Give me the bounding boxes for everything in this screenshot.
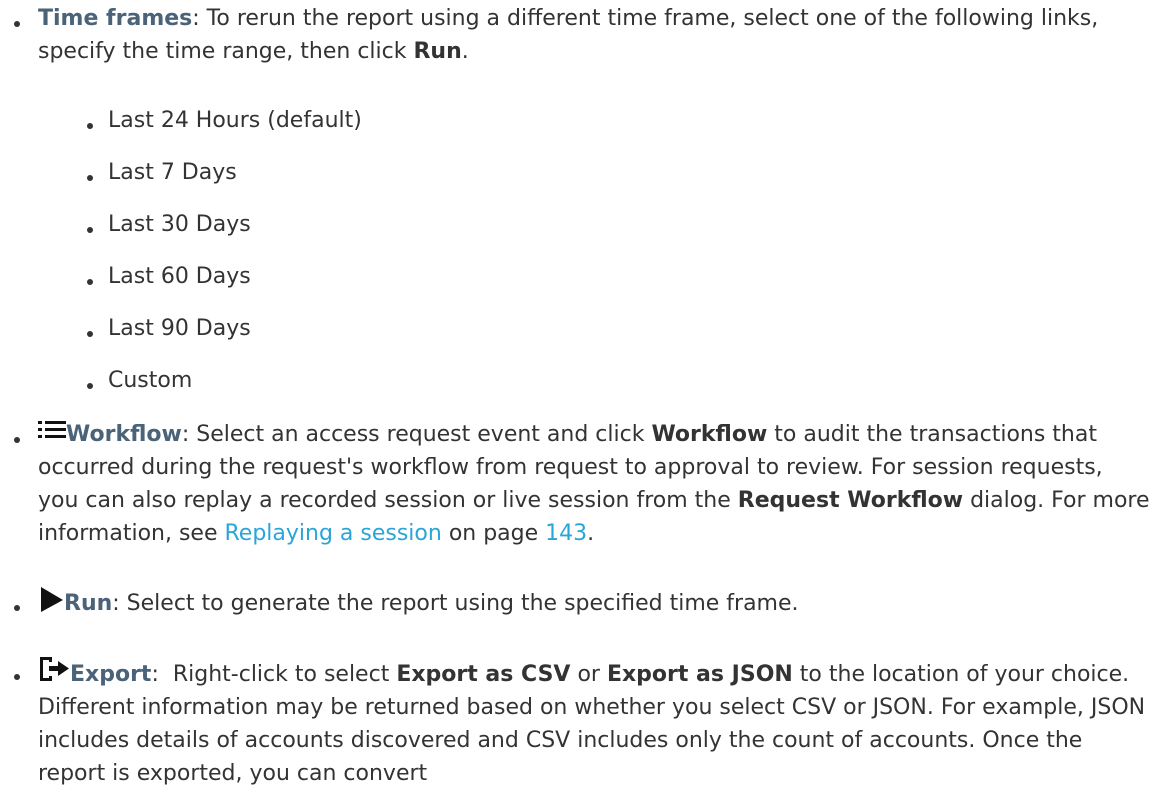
time-frame-option[interactable]: Last 90 Days [0, 312, 251, 345]
time-frames-term: Time frames [38, 6, 193, 31]
time-frames-item: Time frames: To rerun the report using a… [0, 2, 1160, 68]
time-frame-option-label[interactable]: Last 7 Days [108, 160, 237, 185]
bullet [87, 227, 93, 233]
punctuation: . [461, 39, 469, 64]
bullet [87, 175, 93, 181]
time-frame-option-label[interactable]: Last 30 Days [108, 212, 251, 237]
time-frame-option[interactable]: Last 7 Days [0, 156, 237, 189]
export-term: Export [70, 662, 152, 687]
bullet [87, 383, 93, 389]
time-frame-option-label[interactable]: Last 90 Days [108, 316, 251, 341]
time-frame-option-label[interactable]: Last 60 Days [108, 264, 251, 289]
time-frame-option[interactable]: Custom [0, 364, 192, 397]
bullet [14, 605, 20, 611]
replaying-session-link[interactable]: Replaying a session [224, 521, 441, 546]
export-json-label: Export as JSON [606, 662, 793, 687]
run-term: Run [64, 591, 113, 616]
time-frame-option[interactable]: Last 30 Days [0, 208, 251, 241]
bullet [87, 123, 93, 129]
workflow-text: on page [441, 521, 546, 546]
export-item: Export: Right-click to select Export as … [0, 655, 1160, 790]
run-text: : Select to generate the report using th… [112, 591, 799, 616]
bullet [87, 331, 93, 337]
export-text: : Right-click to select [151, 662, 397, 687]
bullet [87, 279, 93, 285]
workflow-text: : Select an access request event and cli… [181, 422, 652, 447]
list-icon[interactable] [38, 419, 66, 443]
workflow-button-label: Workflow [651, 422, 768, 447]
time-frame-option[interactable]: Last 24 Hours (default) [0, 104, 362, 137]
time-frame-option-label[interactable]: Last 24 Hours (default) [108, 108, 362, 133]
export-csv-label: Export as CSV [396, 662, 571, 687]
time-frame-option[interactable]: Last 60 Days [0, 260, 251, 293]
request-workflow-dialog-label: Request Workflow [737, 488, 964, 513]
export-text: or [570, 662, 607, 687]
bullet [14, 21, 20, 27]
export-icon[interactable] [38, 655, 70, 683]
run-label: Run [413, 39, 462, 64]
time-frame-option-label[interactable]: Custom [108, 368, 192, 393]
run-item: Run: Select to generate the report using… [0, 586, 1160, 620]
page-number-link[interactable]: 143 [545, 521, 587, 546]
workflow-item: Workflow: Select an access request event… [0, 418, 1160, 550]
time-frames-text: : To rerun the report using a different … [38, 6, 1099, 64]
bullet [14, 674, 20, 680]
workflow-term: Workflow [66, 422, 182, 447]
play-icon[interactable] [38, 586, 64, 612]
punctuation: . [587, 521, 595, 546]
bullet [14, 437, 20, 443]
